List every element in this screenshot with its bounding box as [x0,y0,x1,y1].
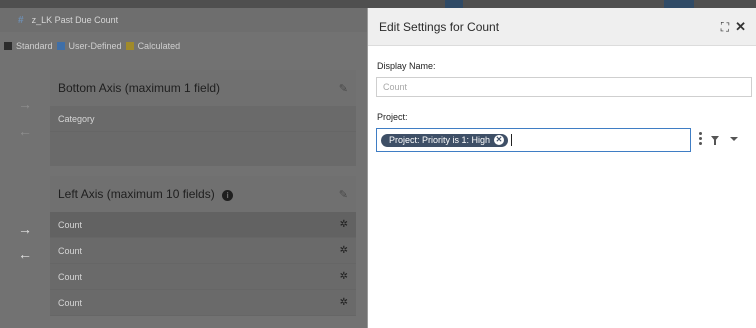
display-name-label: Display Name: [377,61,436,71]
gear-icon[interactable]: ✲ [340,271,348,282]
top-strip [0,0,756,8]
report-title: z_LK Past Due Count [31,15,119,25]
expand-icon[interactable]: ⛶ [721,21,729,33]
gear-icon[interactable]: ✲ [340,297,348,308]
calculated-swatch [125,42,134,50]
legend-standard: Standard [16,41,53,51]
field-label: Count [58,219,83,230]
drop-zone[interactable] [50,132,356,166]
move-left-arrow-icon[interactable]: ← [17,123,33,139]
bottom-axis-field[interactable]: Category [50,106,356,132]
filter-chip[interactable]: Project: Priority is 1: High ✕ [381,133,509,147]
remove-chip-icon[interactable]: ✕ [494,135,505,145]
text-cursor [511,134,513,146]
panel-title: Edit Settings for Count [379,19,500,34]
left-axis-section: Left Axis (maximum 10 fields) i ✎ Count … [50,176,356,316]
field-label: Category [58,113,95,124]
user-defined-swatch [56,42,65,50]
gear-icon[interactable]: ✲ [340,245,348,256]
legend-user-defined: User-Defined [68,41,122,51]
edit-icon[interactable]: ✎ [339,188,348,201]
move-left-arrow-icon[interactable]: ← [17,246,33,262]
panel-actions: ⛶ ✕ [721,20,746,33]
left-axis-field[interactable]: Count ✲ [50,264,356,290]
field-label: Count [58,297,83,308]
move-right-arrow-icon[interactable]: → [17,221,33,237]
left-axis-header: Left Axis (maximum 10 fields) i ✎ [50,176,356,212]
report-title-bar: # z_LK Past Due Count [0,8,367,32]
left-axis-field[interactable]: Count ✲ [50,290,356,316]
project-label: Project: [377,112,408,122]
project-tools [699,132,738,145]
gear-icon[interactable]: ✲ [340,219,348,230]
standard-swatch [4,42,12,50]
close-icon[interactable]: ✕ [735,20,746,33]
project-filter-input[interactable]: Project: Priority is 1: High ✕ [376,128,691,152]
left-axis-title: Left Axis (maximum 10 fields) [58,187,215,201]
more-options-icon[interactable] [699,132,702,145]
legend-calculated: Calculated [137,41,181,51]
field-type-legend: Standard User-Defined Calculated [0,36,180,56]
edit-icon[interactable]: ✎ [339,82,348,95]
bottom-axis-title: Bottom Axis (maximum 1 field) [58,81,221,95]
filter-icon[interactable] [711,136,719,145]
hash-icon: # [18,14,24,26]
filter-chip-label: Project: Priority is 1: High [389,135,491,145]
edit-settings-panel: Edit Settings for Count ⛶ ✕ Display Name… [367,8,756,328]
info-icon[interactable]: i [222,190,234,201]
field-label: Count [58,245,83,256]
display-name-input[interactable] [376,77,752,97]
left-axis-field[interactable]: Count ✲ [50,212,356,238]
chevron-down-icon[interactable] [730,136,738,141]
panel-header: Edit Settings for Count ⛶ ✕ [368,8,756,46]
bottom-axis-header: Bottom Axis (maximum 1 field) ✎ [50,70,356,106]
field-label: Count [58,271,83,282]
move-right-arrow-icon[interactable]: → [17,96,33,112]
left-axis-field[interactable]: Count ✲ [50,238,356,264]
bottom-axis-section: Bottom Axis (maximum 1 field) ✎ Category [50,70,356,166]
